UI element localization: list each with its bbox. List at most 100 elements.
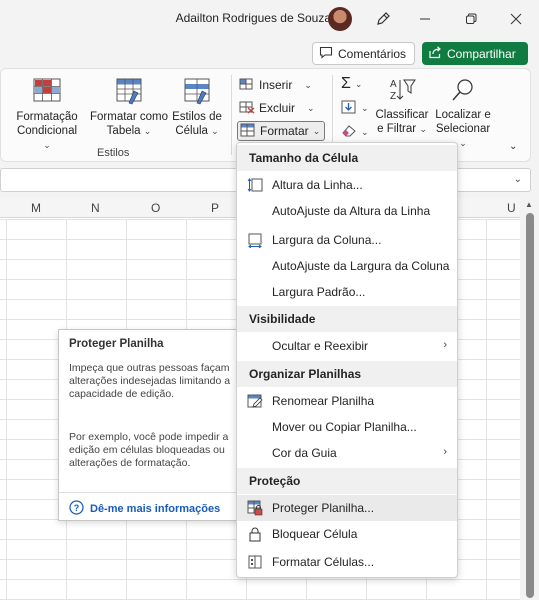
menu-item-rename-sheet[interactable]: Renomear Planilha: [237, 388, 457, 414]
column-width-label: Largura da Coluna...: [272, 233, 382, 247]
share-button[interactable]: Compartilhar: [422, 42, 528, 65]
tooltip-paragraph-1: Impeça que outras pessoas façam alteraçõ…: [69, 362, 231, 400]
cell-styles-label-2: Célula: [175, 125, 208, 137]
expand-formula-bar-icon[interactable]: ⌄: [514, 174, 522, 185]
chevron-down-icon: ⌄: [361, 102, 369, 113]
conditional-formatting-button[interactable]: Formatação Condicional ⌄: [14, 77, 80, 152]
protect-sheet-tooltip: Proteger Planilha Impeça que outras pess…: [58, 329, 239, 521]
chevron-down-icon: ⌄: [43, 140, 51, 150]
sort-filter-button[interactable]: AZ Classificar e Filtrar ⌄: [373, 77, 431, 136]
autofit-column-label: AutoAjuste da Largura da Coluna: [272, 259, 450, 273]
find-select-button[interactable]: Localizar e Selecionar ⌄: [431, 77, 495, 150]
conditional-formatting-label-1: Formatação: [16, 111, 78, 123]
help-icon: ?: [69, 500, 84, 518]
insert-label: Inserir: [259, 78, 293, 92]
default-width-label: Largura Padrão...: [272, 285, 366, 299]
rename-sheet-label: Renomear Planilha: [272, 394, 375, 408]
insert-button[interactable]: Inserir ⌄: [239, 75, 312, 95]
format-button[interactable]: Formatar ⌄: [237, 121, 326, 141]
rename-sheet-icon: [247, 393, 263, 409]
menu-item-move-copy[interactable]: Mover ou Copiar Planilha...: [237, 414, 457, 440]
collapse-ribbon-icon[interactable]: ⌄: [509, 141, 517, 152]
avatar[interactable]: [328, 7, 352, 31]
menu-item-format-cells[interactable]: Formatar Células...: [237, 549, 457, 575]
pen-icon[interactable]: [372, 8, 394, 30]
user-name[interactable]: Adailton Rodrigues de Souza: [176, 11, 331, 25]
format-as-table-label-1: Formatar como: [90, 111, 168, 123]
format-cells-icon: [247, 554, 263, 570]
more-info-label: Dê-me mais informações: [90, 503, 221, 515]
sort-filter-label-1: Classificar: [375, 109, 429, 121]
eraser-icon: [341, 124, 357, 141]
fill-button[interactable]: ⌄: [341, 98, 369, 118]
chevron-down-icon: ⌄: [143, 126, 152, 136]
format-as-table-icon: [114, 77, 144, 105]
row-height-icon: [247, 177, 263, 193]
format-label: Formatar: [260, 124, 309, 138]
format-as-table-label-2: Tabela: [106, 125, 141, 137]
sort-filter-icon: AZ: [388, 77, 416, 103]
more-info-link[interactable]: ? Dê-me mais informações: [69, 500, 220, 518]
delete-label: Excluir: [259, 101, 296, 115]
menu-item-autofit-row[interactable]: AutoAjuste da Altura da Linha: [237, 198, 457, 224]
clear-button[interactable]: ⌄: [341, 122, 369, 142]
chevron-down-icon: ⌄: [304, 79, 312, 90]
menu-item-hide-unhide[interactable]: Ocultar e Reexibir ›: [237, 333, 457, 359]
delete-icon: [239, 100, 255, 117]
chevron-down-icon: ⌄: [459, 138, 467, 148]
find-select-label-1: Localizar e: [435, 109, 491, 121]
conditional-formatting-label-2: Condicional: [16, 125, 78, 137]
cell-styles-icon: [182, 77, 212, 105]
sort-filter-label-2: e Filtrar: [377, 123, 417, 135]
lock-cell-label: Bloquear Célula: [272, 527, 358, 541]
column-header-p[interactable]: P: [211, 201, 219, 215]
minimize-icon[interactable]: [414, 8, 436, 30]
format-as-table-button[interactable]: Formatar como Tabela ⌄: [89, 77, 169, 138]
section-visibility: Visibilidade: [237, 306, 457, 332]
menu-item-default-width[interactable]: Largura Padrão...: [237, 279, 457, 305]
section-cell-size: Tamanho da Célula: [237, 145, 457, 171]
chevron-right-icon: ›: [443, 339, 447, 351]
protect-sheet-label: Proteger Planilha...: [272, 501, 375, 515]
column-header-u[interactable]: U: [507, 201, 516, 215]
close-icon[interactable]: [505, 8, 527, 30]
column-width-icon: [247, 232, 263, 249]
chevron-right-icon: ›: [443, 446, 447, 458]
scroll-up-icon[interactable]: ▲: [525, 200, 533, 209]
find-select-label-2: Selecionar: [435, 123, 491, 135]
protect-sheet-icon: [247, 500, 263, 516]
row-height-label: Altura da Linha...: [272, 178, 363, 192]
insert-icon: [239, 77, 255, 94]
comments-label: Comentários: [338, 46, 407, 61]
menu-item-tab-color[interactable]: Cor da Guia ›: [237, 440, 457, 466]
menu-item-autofit-column[interactable]: AutoAjuste da Largura da Coluna: [237, 253, 457, 279]
scrollbar-thumb[interactable]: [526, 213, 534, 598]
menu-item-column-width[interactable]: Largura da Coluna...: [237, 227, 457, 253]
chevron-down-icon: ⌄: [307, 102, 315, 113]
share-icon: [428, 45, 442, 62]
menu-item-protect-sheet[interactable]: Proteger Planilha...: [237, 495, 457, 521]
column-header-o[interactable]: O: [151, 201, 160, 215]
comments-button[interactable]: Comentários: [312, 42, 415, 65]
delete-button[interactable]: Excluir ⌄: [239, 98, 315, 118]
section-organize-sheets: Organizar Planilhas: [237, 361, 457, 387]
column-header-n[interactable]: N: [91, 201, 100, 215]
share-label: Compartilhar: [447, 46, 516, 61]
move-copy-label: Mover ou Copiar Planilha...: [272, 420, 417, 434]
restore-icon[interactable]: [460, 8, 482, 30]
chevron-down-icon: ⌄: [211, 126, 219, 136]
cell-styles-button[interactable]: Estilos de Célula ⌄: [171, 77, 223, 138]
ribbon-separator: [231, 75, 232, 155]
column-header-m[interactable]: M: [31, 201, 41, 215]
hide-unhide-label: Ocultar e Reexibir: [272, 339, 369, 353]
menu-item-lock-cell[interactable]: Bloquear Célula: [237, 521, 457, 547]
autofit-row-label: AutoAjuste da Altura da Linha: [272, 204, 431, 218]
lock-icon: [247, 526, 263, 542]
format-dropdown-menu: Tamanho da Célula Altura da Linha... Aut…: [236, 142, 458, 578]
comment-icon: [319, 46, 333, 62]
svg-text:Z: Z: [390, 91, 396, 102]
autosum-button[interactable]: Σ ⌄: [341, 74, 362, 94]
format-cells-label: Formatar Células...: [272, 555, 375, 569]
format-icon: [240, 123, 256, 140]
menu-item-row-height[interactable]: Altura da Linha...: [237, 172, 457, 198]
